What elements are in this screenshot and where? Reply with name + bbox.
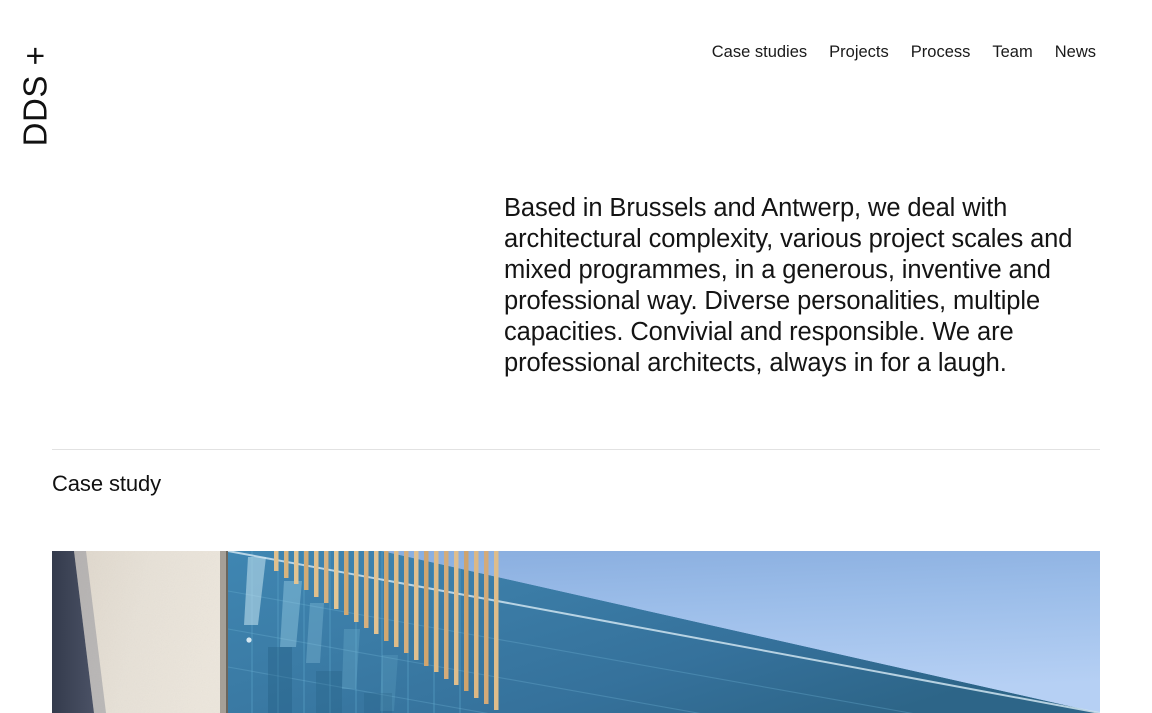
brand-logo-text: DDS + [16, 45, 54, 147]
site-header: DDS + Case studies Projects Process Team… [0, 0, 1152, 160]
brand-logo[interactable]: DDS + [14, 38, 56, 154]
nav-item-process[interactable]: Process [911, 44, 971, 61]
section-divider [52, 449, 1100, 450]
nav-item-case-studies[interactable]: Case studies [712, 44, 807, 61]
architecture-facade-photo [52, 551, 1100, 713]
main-navigation: Case studies Projects Process Team News [712, 44, 1096, 61]
nav-item-news[interactable]: News [1055, 44, 1096, 61]
intro-section: Based in Brussels and Antwerp, we deal w… [504, 193, 1104, 379]
nav-item-team[interactable]: Team [992, 44, 1032, 61]
case-study-image-card[interactable] [52, 551, 1100, 713]
case-study-heading: Case study [52, 471, 162, 496]
intro-statement: Based in Brussels and Antwerp, we deal w… [504, 194, 1073, 377]
nav-item-projects[interactable]: Projects [829, 44, 889, 61]
